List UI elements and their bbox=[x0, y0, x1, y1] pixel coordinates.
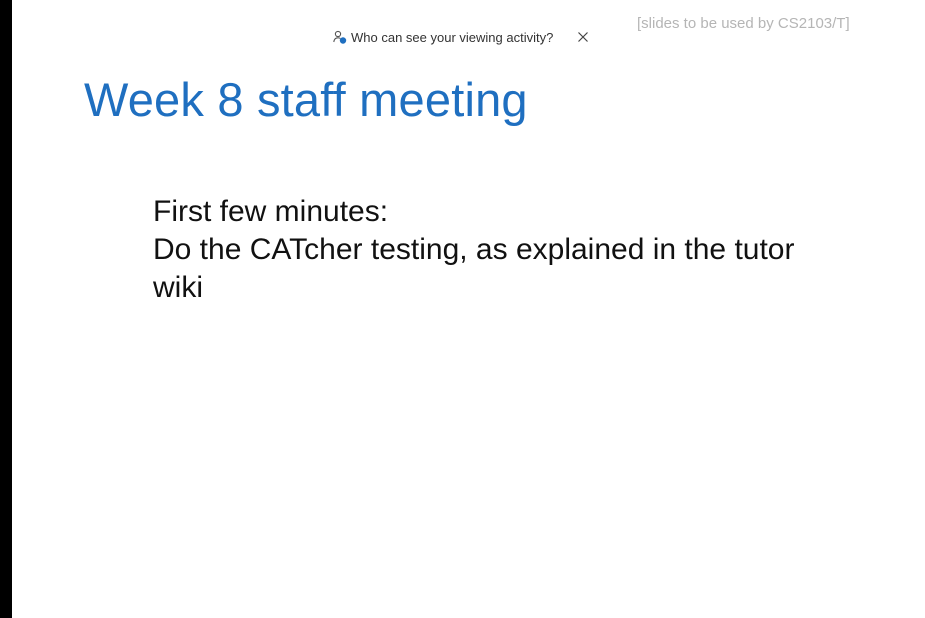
body-line: Do the CATcher testing, as explained in … bbox=[153, 233, 795, 266]
slide-title: Week 8 staff meeting bbox=[84, 73, 528, 126]
slide-tag: [slides to be used by CS2103/T] bbox=[637, 15, 850, 32]
body-line: wiki bbox=[153, 271, 203, 304]
viewing-activity-link[interactable]: Who can see your viewing activity? bbox=[351, 30, 553, 45]
viewers-icon bbox=[332, 29, 348, 45]
viewing-activity-notice[interactable]: Who can see your viewing activity? bbox=[332, 27, 591, 47]
body-line: First few minutes: bbox=[153, 195, 389, 228]
left-edge-bar bbox=[0, 0, 12, 618]
close-icon[interactable] bbox=[575, 29, 591, 45]
slide-body: First few minutes: Do the CATcher testin… bbox=[153, 193, 873, 307]
slide-viewer: [slides to be used by CS2103/T] Who can … bbox=[0, 0, 925, 618]
